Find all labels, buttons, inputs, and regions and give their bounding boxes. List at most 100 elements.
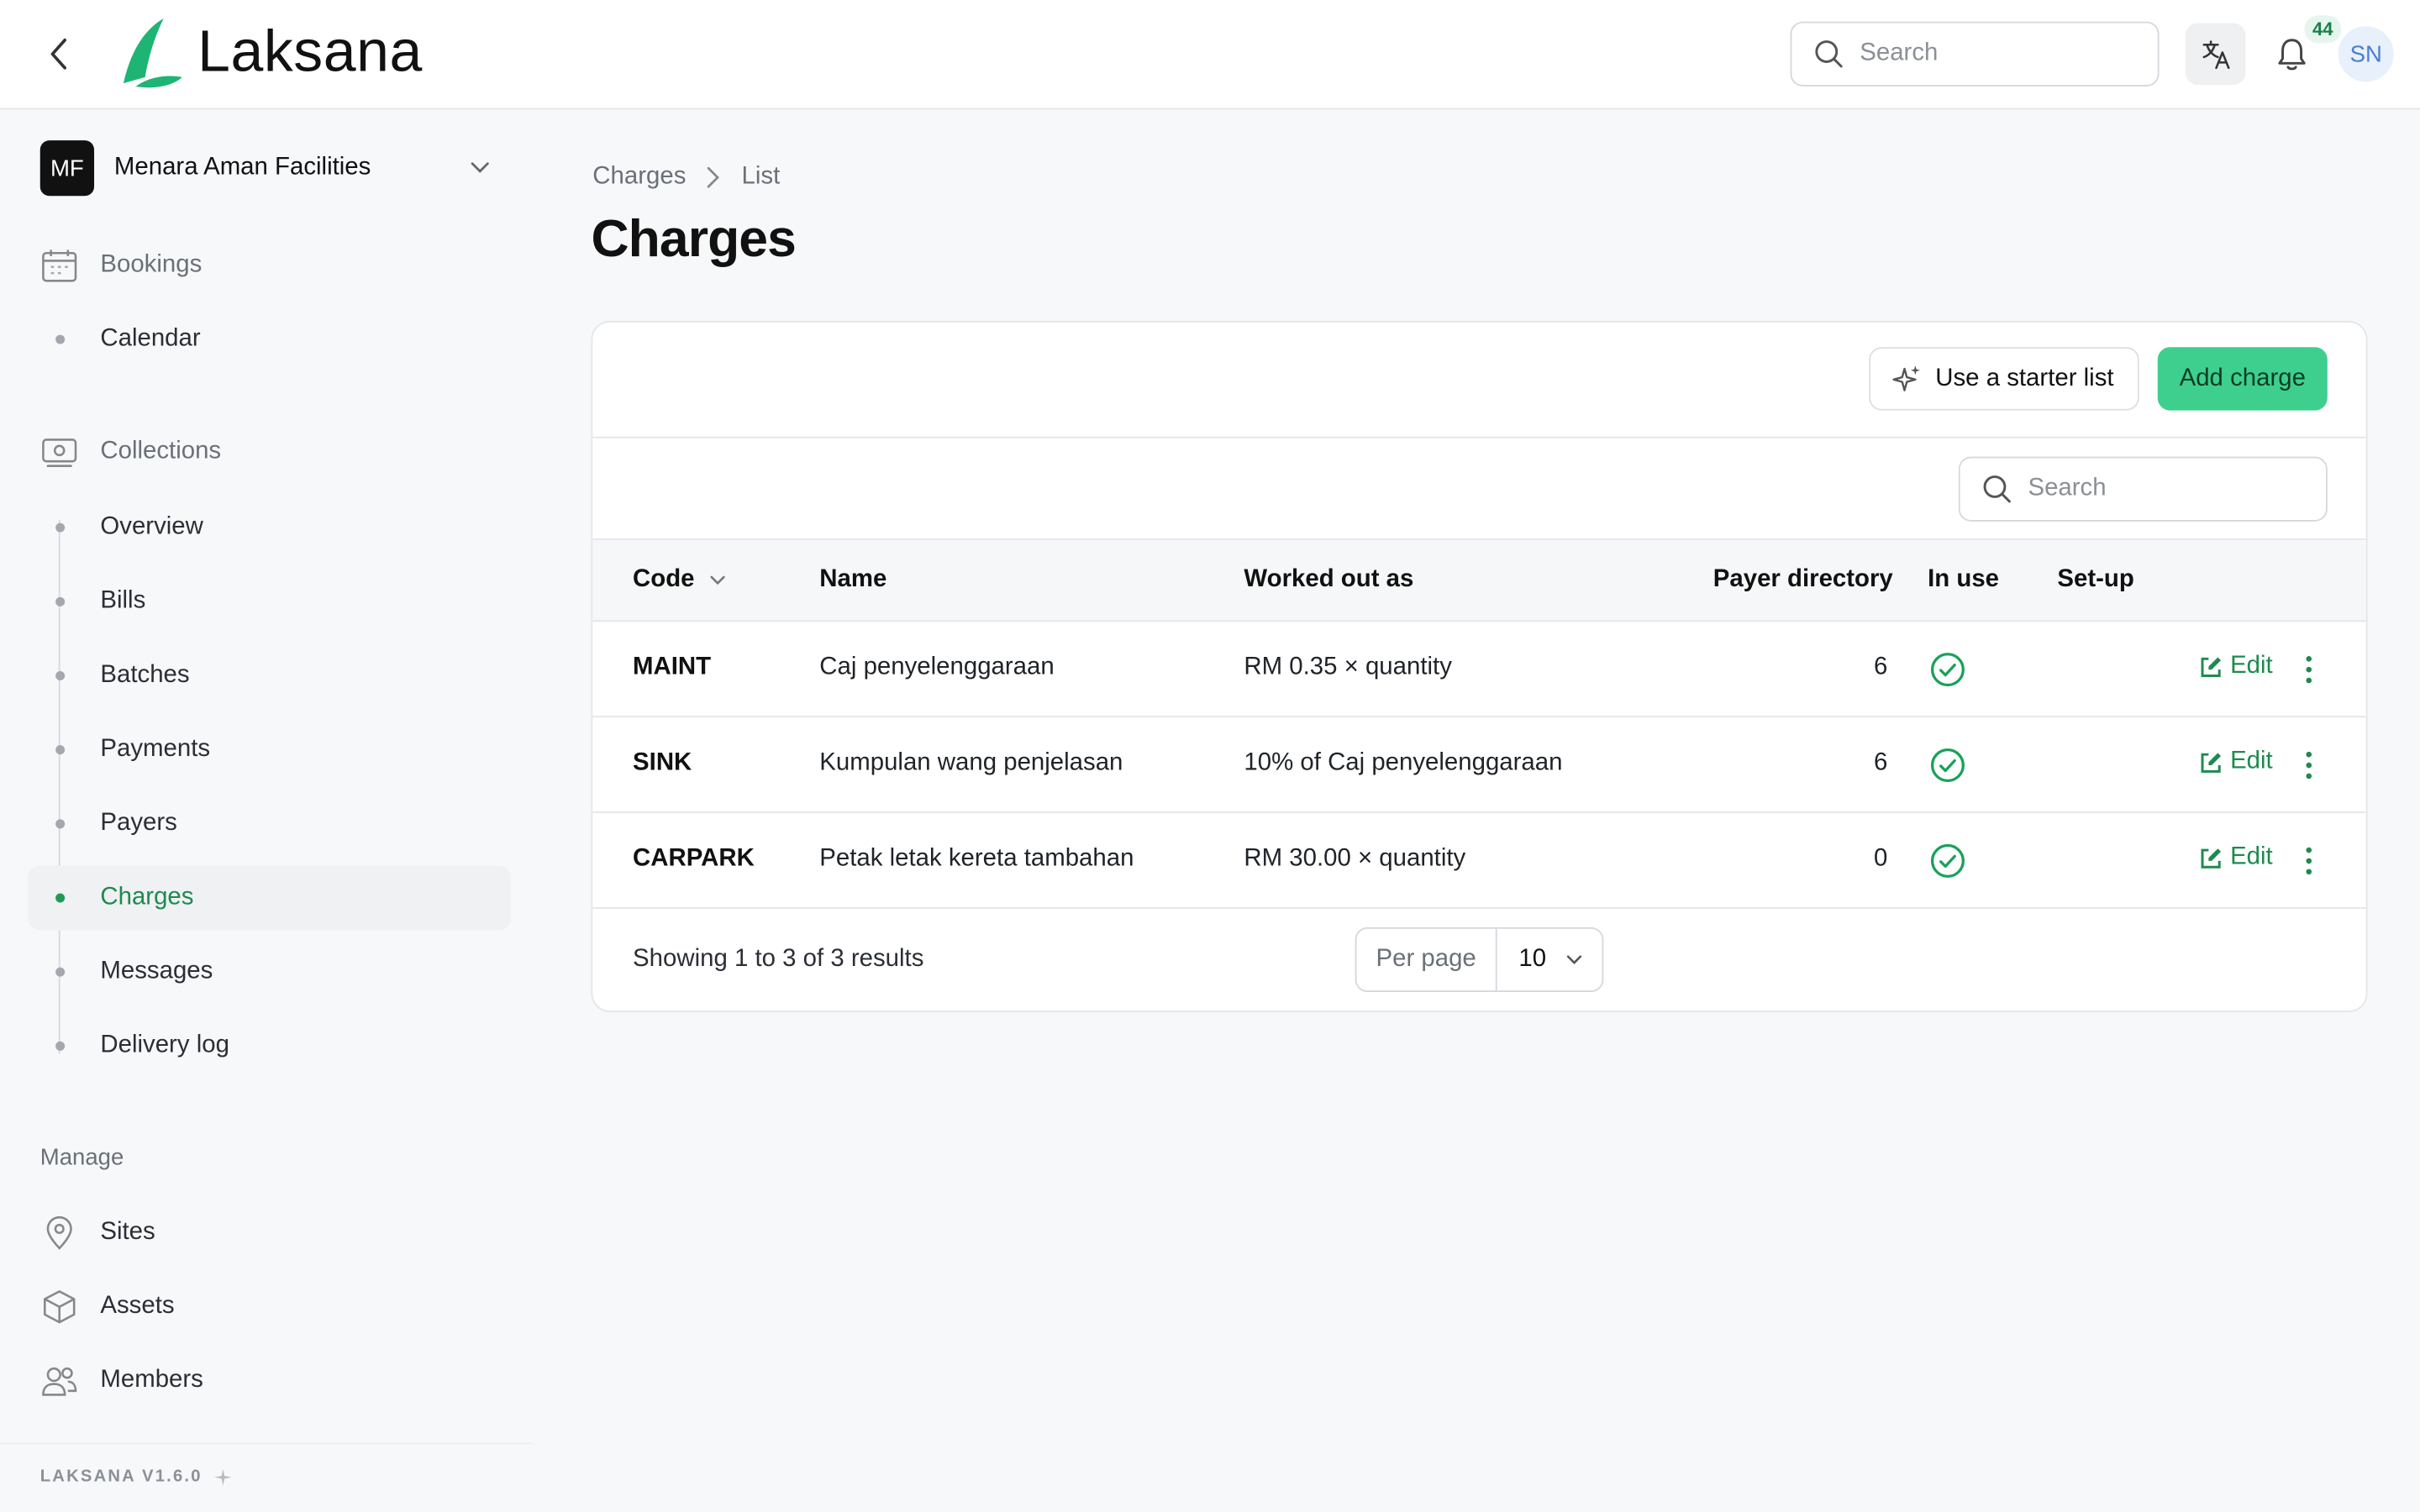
sidebar-item-members[interactable]: Members (40, 1357, 203, 1404)
row-menu-button[interactable] (2300, 748, 2318, 782)
cell-worked-out-as: RM 30.00 × quantity (1244, 845, 1466, 872)
org-badge: MF (39, 140, 95, 197)
sidebar-item-label: Delivery log (100, 1032, 229, 1059)
cell-code: SINK (633, 749, 692, 776)
page-title: Charges (591, 209, 796, 269)
bell-icon (2278, 39, 2306, 71)
sidebar-item-delivery-log[interactable]: Delivery log (28, 1014, 511, 1079)
sidebar-item-label: Charges (100, 884, 194, 911)
column-header-setup: Set-up (2057, 566, 2134, 593)
cell-worked-out-as: 10% of Caj penyelenggaraan (1244, 749, 1563, 776)
chevron-right-icon (708, 166, 720, 188)
edit-icon (2201, 656, 2222, 677)
sidebar-item-label: Bills (100, 587, 146, 615)
edit-button[interactable]: Edit (2199, 748, 2273, 776)
global-search-input[interactable] (1860, 39, 2123, 68)
section-title-manage: Manage (39, 1144, 124, 1172)
sidebar-item-label: Overview (100, 513, 203, 540)
leaf-logo-icon (123, 18, 182, 88)
cell-name: Kumpulan wang penjelasan (819, 749, 1123, 776)
sidebar-item-batches[interactable]: Batches (28, 643, 511, 708)
column-header-code[interactable]: Code (633, 566, 727, 594)
sidebar-item-overview[interactable]: Overview (28, 496, 511, 560)
column-header-worked-out-as: Worked out as (1244, 566, 1414, 593)
cell-payer-directory: 6 (1873, 654, 1888, 681)
table-row: SINK Kumpulan wang penjelasan 10% of Caj… (592, 717, 2366, 813)
row-menu-button[interactable] (2300, 653, 2318, 686)
sidebar-item-label: Sites (100, 1219, 155, 1246)
sparkles-icon (1892, 365, 1920, 391)
table-search-input[interactable] (2028, 475, 2291, 503)
breadcrumb: Charges List (592, 164, 780, 192)
calendar-icon (42, 249, 77, 282)
per-page-control: Per page 10 (1355, 927, 1604, 993)
column-header-payer-directory: Payer directory (1712, 566, 1893, 593)
brand-name: Laksana (197, 18, 423, 85)
edit-button[interactable]: Edit (2199, 652, 2273, 680)
breadcrumb-parent[interactable]: Charges (592, 164, 686, 192)
per-page-value: 10 (1518, 945, 1547, 973)
sidebar-item-label: Messages (100, 958, 213, 984)
users-icon (42, 1367, 77, 1396)
check-circle-icon (1930, 653, 1965, 687)
table-row: MAINT Caj penyelenggaraan RM 0.35 × quan… (592, 622, 2366, 718)
language-button[interactable] (2185, 23, 2246, 86)
nav-group-bookings-label: Bookings (100, 251, 203, 278)
use-starter-list-button[interactable]: Use a starter list (1869, 347, 2139, 411)
cell-code: CARPARK (633, 845, 755, 872)
cell-code: MAINT (633, 654, 712, 681)
cell-name: Petak letak kereta tambahan (819, 845, 1134, 872)
column-header-code-label: Code (633, 566, 695, 593)
nav-group-collections[interactable]: Collections (40, 435, 221, 469)
sparkle-icon (214, 1467, 232, 1485)
column-header-name: Name (819, 566, 887, 593)
user-avatar[interactable]: SN (2338, 26, 2394, 82)
sidebar-item-payers[interactable]: Payers (28, 791, 511, 856)
edit-button[interactable]: Edit (2199, 843, 2273, 872)
back-button[interactable] (37, 33, 80, 76)
nav-group-collections-label: Collections (100, 438, 222, 465)
logo[interactable]: Laksana (118, 15, 423, 89)
notification-count-badge: 44 (2304, 15, 2342, 44)
sidebar-item-messages[interactable]: Messages (28, 940, 511, 1005)
per-page-select[interactable]: 10 (1497, 946, 1602, 974)
sidebar-item-calendar[interactable]: Calendar (28, 307, 511, 372)
table-search[interactable] (1958, 456, 2328, 522)
table-header: Code Name Worked out as Payer directory … (592, 539, 2366, 622)
results-summary: Showing 1 to 3 of 3 results (633, 945, 924, 973)
per-page-label: Per page (1356, 928, 1497, 991)
sidebar-item-assets[interactable]: Assets (40, 1284, 175, 1330)
sidebar-item-label: Payments (100, 736, 211, 763)
sidebar-item-label: Payers (100, 810, 177, 837)
sidebar-item-bills[interactable]: Bills (28, 570, 511, 634)
location-pin-icon (46, 1215, 72, 1250)
edit-label: Edit (2230, 652, 2273, 680)
global-search[interactable] (1790, 21, 2160, 87)
translate-icon (2202, 40, 2229, 70)
cell-payer-directory: 0 (1873, 845, 1888, 872)
sidebar: MF Menara Aman Facilities Bookings Calen… (0, 109, 533, 1512)
nav-group-bookings[interactable]: Bookings (40, 247, 203, 284)
cube-icon (43, 1290, 76, 1324)
edit-icon (2201, 848, 2222, 868)
sidebar-item-payments[interactable]: Payments (28, 717, 511, 782)
edit-label: Edit (2230, 843, 2273, 870)
edit-icon (2201, 752, 2222, 772)
sidebar-item-label: Members (100, 1367, 203, 1394)
sidebar-item-sites[interactable]: Sites (40, 1210, 155, 1256)
chevron-down-icon (471, 162, 489, 173)
top-bar: Laksana 44 SN (0, 0, 2420, 110)
more-vertical-icon (2306, 751, 2312, 780)
org-switcher[interactable]: MF Menara Aman Facilities (39, 140, 503, 197)
sidebar-item-charges[interactable]: Charges (28, 865, 511, 931)
sidebar-item-label: Batches (100, 661, 190, 689)
edit-label: Edit (2230, 748, 2273, 775)
chevron-down-icon (1566, 955, 1581, 964)
row-menu-button[interactable] (2300, 844, 2318, 878)
add-charge-button[interactable]: Add charge (2157, 347, 2328, 411)
breadcrumb-current: List (741, 163, 781, 190)
table-footer: Showing 1 to 3 of 3 results Per page 10 (592, 909, 2365, 1011)
chevron-down-icon (710, 575, 725, 585)
chevron-left-icon (50, 38, 66, 70)
table-search-row (592, 438, 2366, 540)
